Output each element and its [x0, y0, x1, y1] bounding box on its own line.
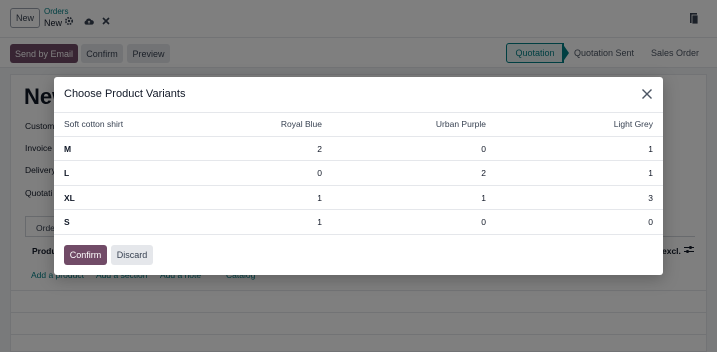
quantity-input[interactable]: 2 — [374, 161, 486, 185]
quantity-input[interactable]: 1 — [214, 210, 322, 234]
quantity-input[interactable]: 0 — [544, 210, 653, 234]
close-icon[interactable] — [641, 88, 655, 102]
quantity-input[interactable]: 0 — [374, 137, 486, 161]
quantity-input[interactable]: 1 — [214, 186, 322, 210]
choose-variants-dialog: Choose Product Variants Soft cotton shir… — [54, 77, 663, 275]
dialog-title: Choose Product Variants — [64, 88, 186, 100]
grid-row-s: S 1 0 0 — [54, 210, 663, 235]
confirm-button[interactable]: Confirm — [64, 245, 107, 265]
column-header-light-grey: Light Grey — [613, 119, 653, 129]
quantity-input[interactable]: 1 — [544, 137, 653, 161]
row-label: L — [64, 168, 70, 178]
quantity-input[interactable]: 0 — [214, 161, 322, 185]
grid-row-l: L 0 2 1 — [54, 161, 663, 186]
row-label: XL — [64, 192, 75, 203]
row-label: S — [64, 217, 70, 227]
quantity-input[interactable]: 1 — [544, 161, 653, 185]
quantity-input[interactable]: 2 — [214, 137, 322, 161]
grid-row-m: M 2 0 1 — [54, 137, 663, 161]
quantity-input[interactable]: 1 — [374, 186, 486, 210]
row-label: M — [64, 143, 72, 154]
column-header-urban-purple: Urban Purple — [435, 119, 486, 129]
product-name: Soft cotton shirt — [64, 119, 124, 129]
grid-header-row: Soft cotton shirt Royal Blue Urban Purpl… — [54, 112, 663, 137]
variant-grid: Soft cotton shirt Royal Blue Urban Purpl… — [54, 112, 663, 235]
grid-row-xl: XL 1 1 3 — [54, 186, 663, 210]
column-header-royal-blue: Royal Blue — [280, 119, 322, 129]
quantity-input[interactable]: 3 — [544, 186, 653, 210]
quantity-input[interactable]: 0 — [374, 210, 486, 234]
discard-button[interactable]: Discard — [111, 245, 153, 265]
